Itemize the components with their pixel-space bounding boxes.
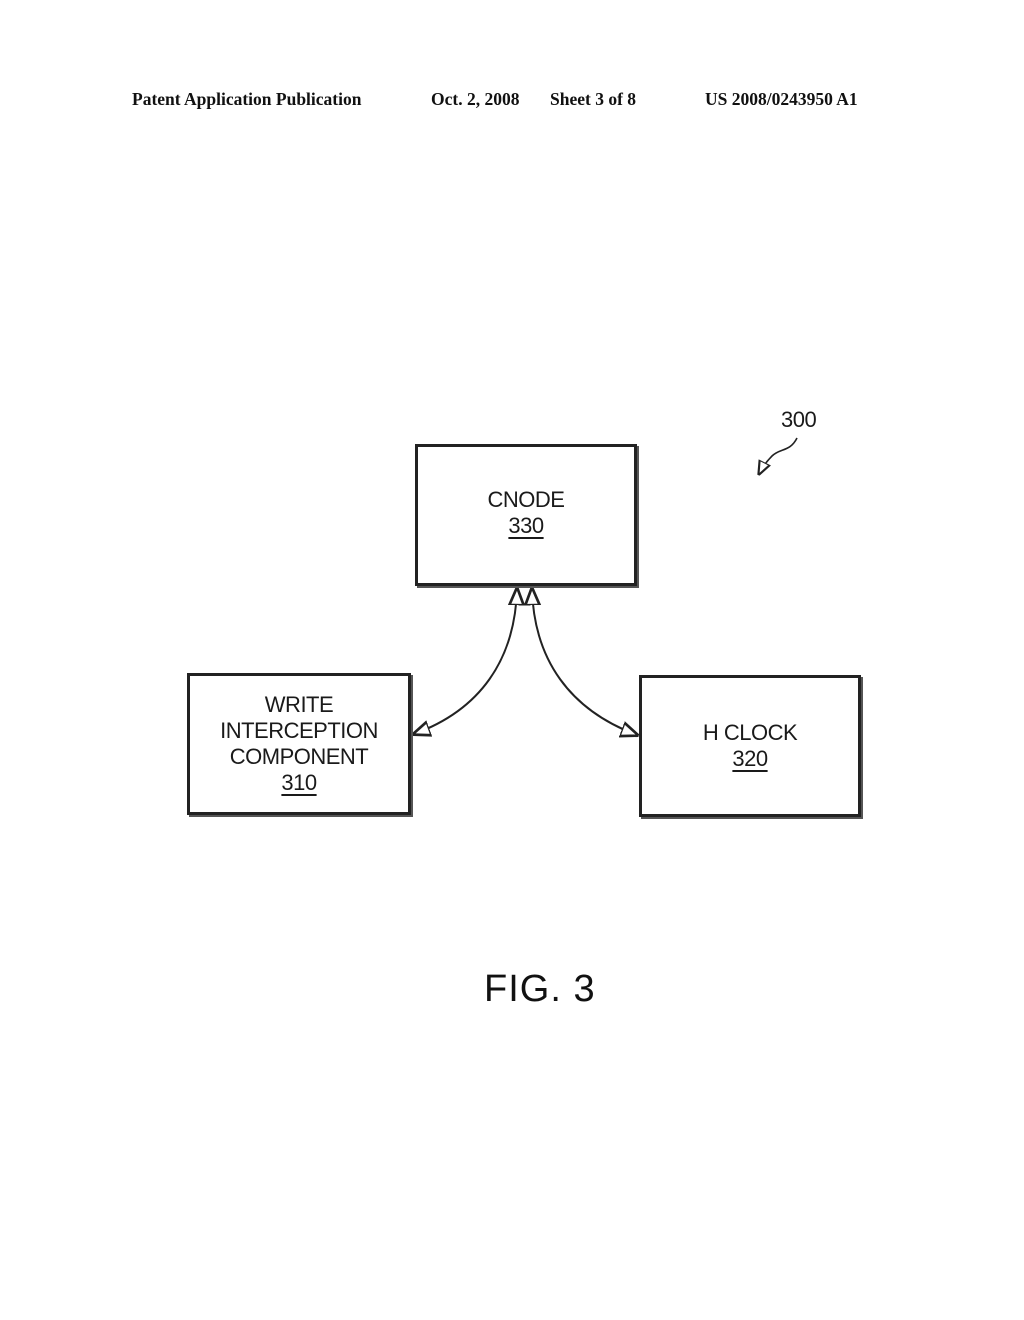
connector-layer [0, 437, 798, 1320]
edge-cnode-hclock [532, 589, 637, 735]
node-cnode: CNODE 330 [415, 444, 637, 586]
node-ref: 320 [732, 746, 768, 771]
node-label: CNODE [487, 487, 565, 512]
node-label-line: WRITE [264, 692, 334, 717]
node-ref: 330 [508, 513, 544, 538]
reference-arrow-300 [759, 437, 798, 474]
node-ref: 310 [281, 770, 317, 795]
edge-cnode-write-interception [414, 589, 517, 734]
node-label: H CLOCK [702, 720, 798, 745]
node-label-line: INTERCEPTION [220, 718, 378, 743]
figure-label: FIG. 3 [484, 968, 596, 1010]
reference-number-300: 300 [781, 407, 817, 432]
node-label-line: COMPONENT [229, 744, 369, 769]
node-write-interception-component: WRITE INTERCEPTION COMPONENT 310 [187, 673, 411, 815]
node-h-clock: H CLOCK 320 [639, 675, 861, 817]
